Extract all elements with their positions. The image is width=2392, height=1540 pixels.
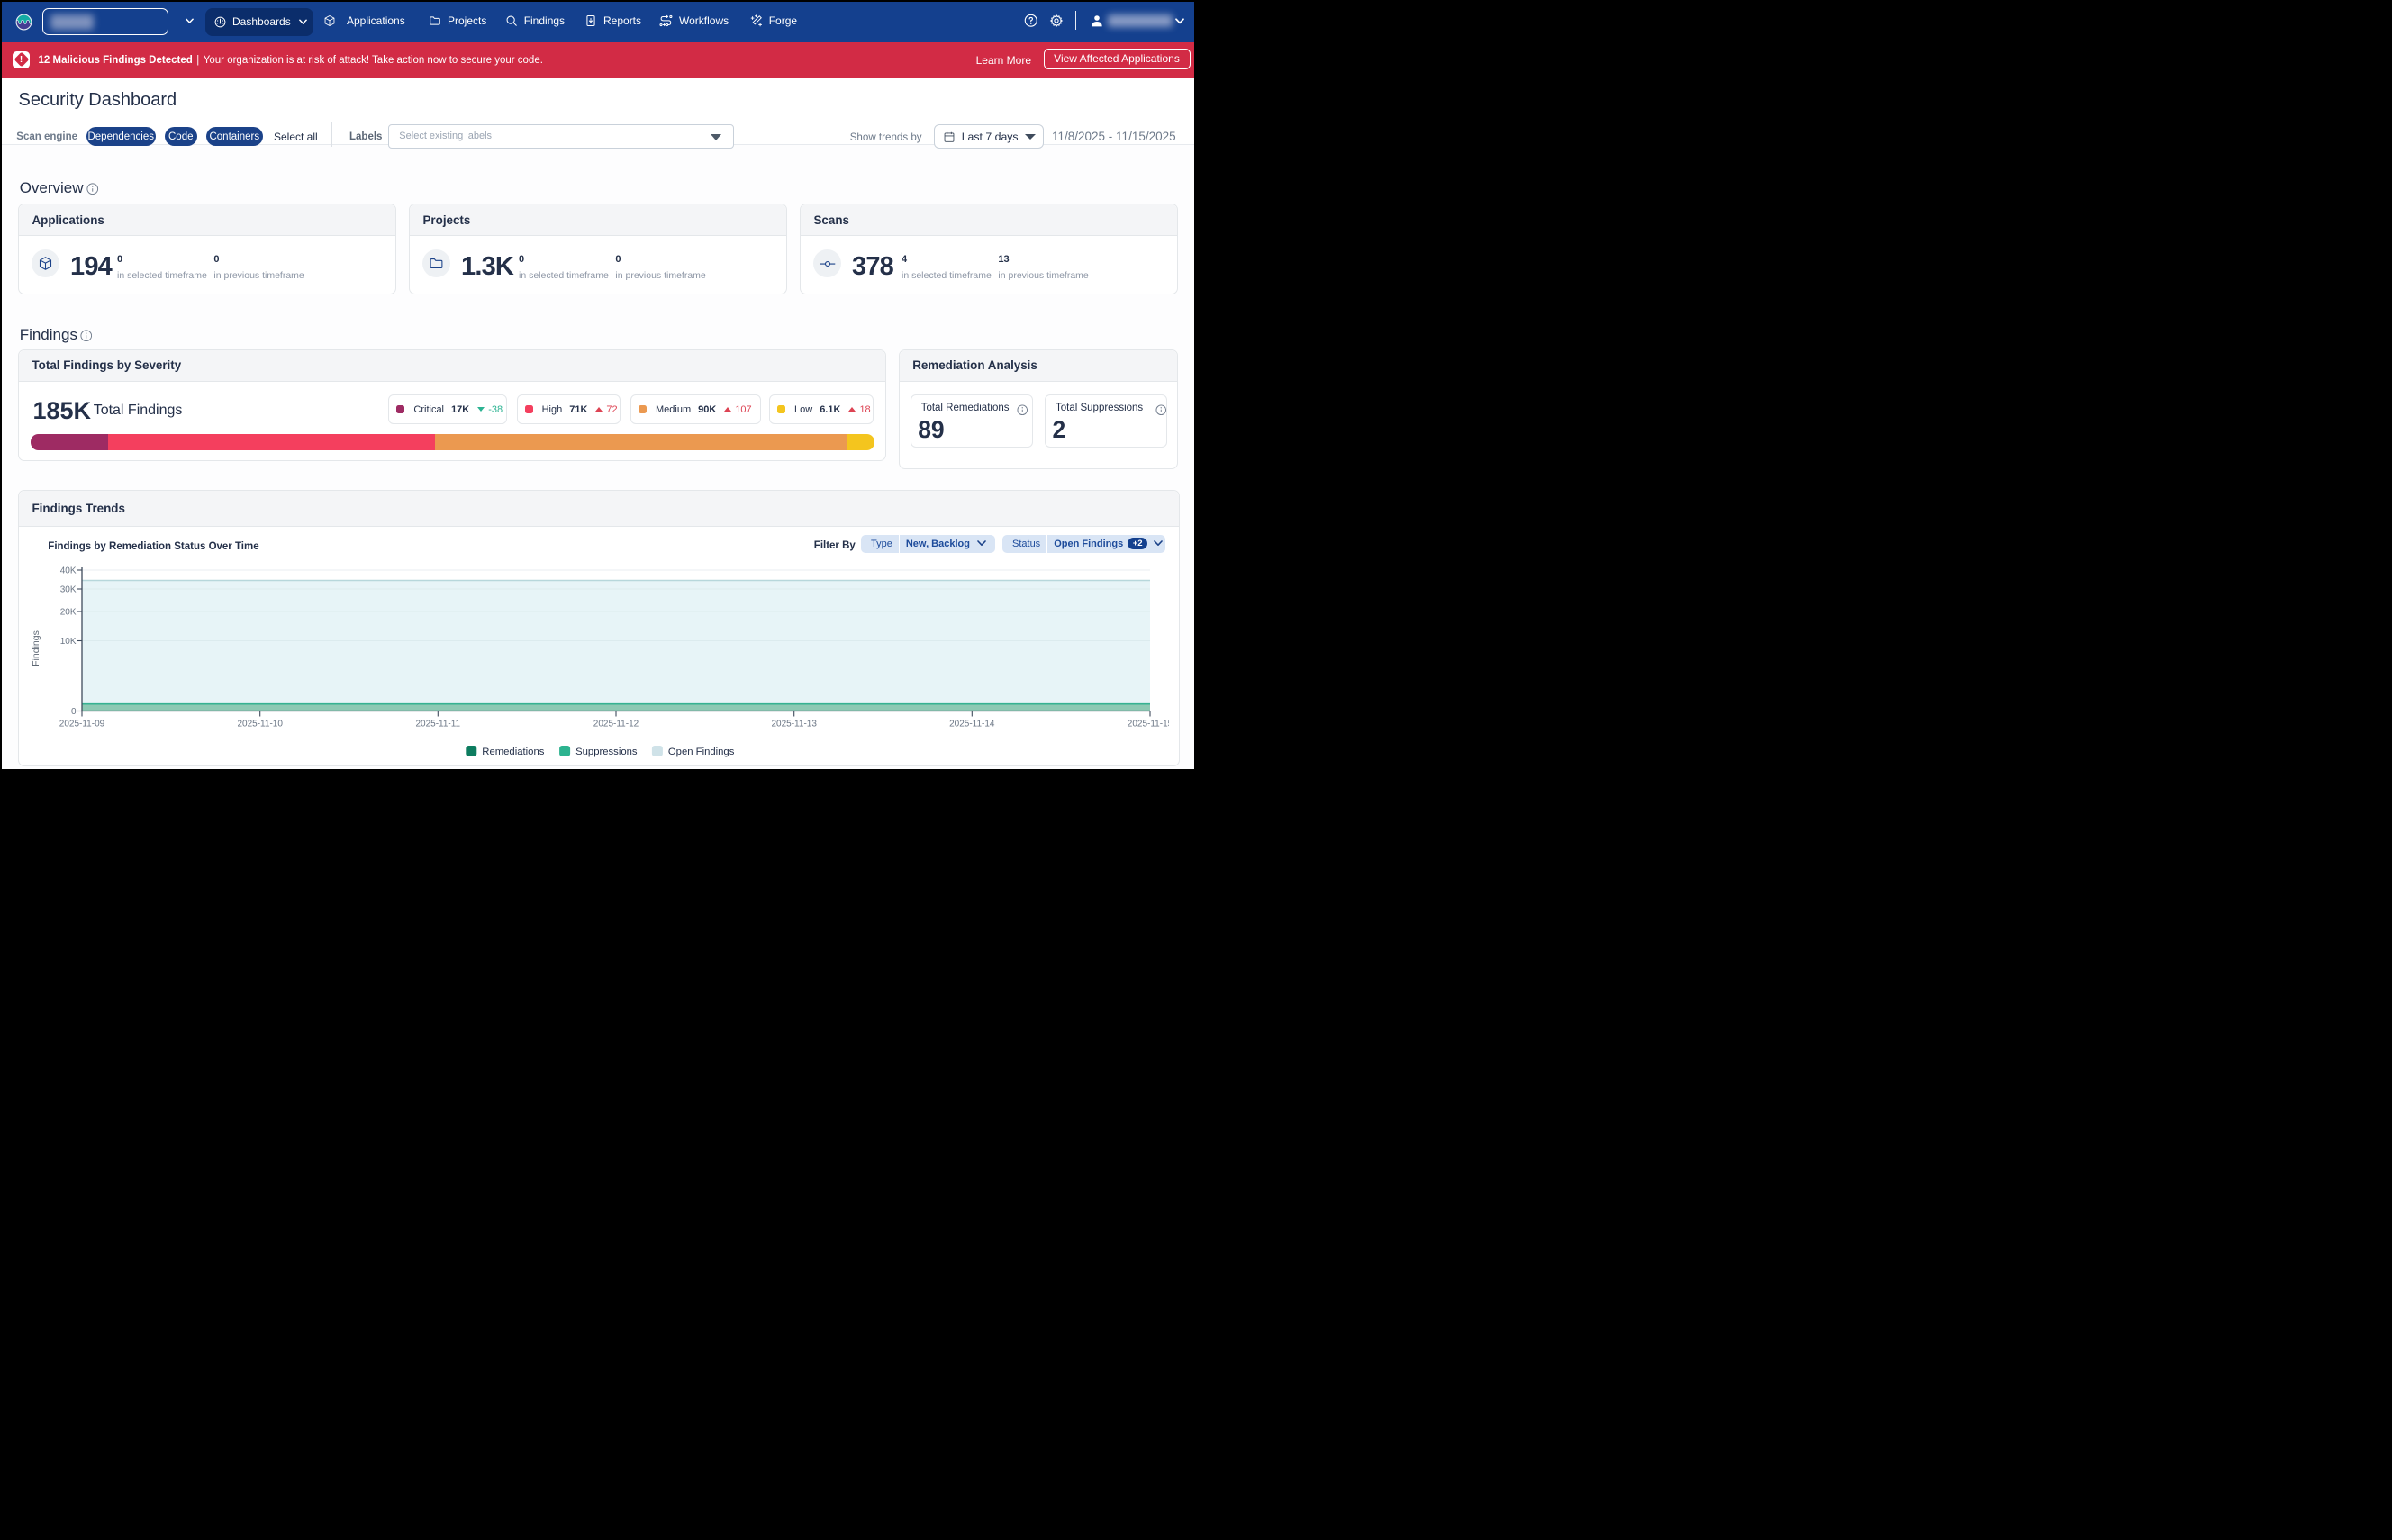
svg-text:Open Findings: Open Findings	[668, 746, 735, 756]
svg-text:20K: 20K	[60, 607, 77, 617]
svg-text:2025-11-11: 2025-11-11	[415, 719, 460, 729]
svg-text:Remediations: Remediations	[482, 746, 544, 756]
svg-text:2025-11-10: 2025-11-10	[237, 719, 283, 729]
svg-text:2025-11-14: 2025-11-14	[949, 719, 995, 729]
svg-text:2025-11-15: 2025-11-15	[1128, 719, 1169, 729]
svg-text:10K: 10K	[60, 637, 77, 647]
svg-text:Suppressions: Suppressions	[575, 746, 638, 756]
svg-text:2025-11-12: 2025-11-12	[593, 719, 639, 729]
svg-text:2025-11-09: 2025-11-09	[59, 719, 105, 729]
svg-text:30K: 30K	[60, 584, 77, 594]
svg-text:2025-11-13: 2025-11-13	[771, 719, 817, 729]
svg-text:40K: 40K	[60, 566, 77, 575]
svg-text:0: 0	[71, 707, 77, 717]
svg-text:Findings: Findings	[31, 630, 41, 666]
